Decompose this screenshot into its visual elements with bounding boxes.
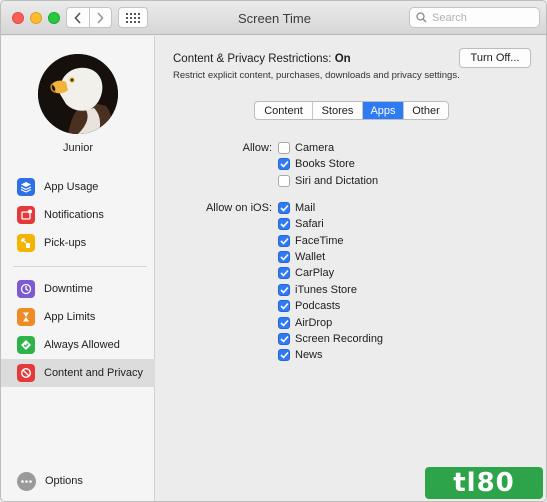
checkbox-label: Podcasts bbox=[295, 300, 341, 312]
checkbox-label: Mail bbox=[295, 202, 316, 214]
sidebar-item-content-and-privacy[interactable]: Content and Privacy bbox=[1, 359, 155, 387]
checkbox-podcasts[interactable]: Podcasts bbox=[278, 298, 340, 314]
avatar[interactable] bbox=[38, 54, 118, 134]
sidebar-item-label: Notifications bbox=[44, 209, 104, 221]
checkbox-box[interactable] bbox=[278, 300, 290, 312]
checkbox-airdrop[interactable]: AirDrop bbox=[278, 315, 332, 331]
content-privacy-panel: Content & Privacy Restrictions: On Restr… bbox=[156, 36, 546, 501]
sidebar-item-label: Content and Privacy bbox=[44, 367, 144, 379]
sidebar-item-app-limits[interactable]: App Limits bbox=[1, 303, 155, 331]
checkbox-box[interactable] bbox=[278, 349, 290, 361]
tab-apps[interactable]: Apps bbox=[362, 102, 403, 119]
always-allowed-icon bbox=[17, 336, 35, 354]
restrictions-title: Content & Privacy Restrictions: bbox=[173, 53, 332, 65]
checkbox-label: Screen Recording bbox=[295, 333, 384, 345]
sidebar-divider bbox=[13, 266, 147, 267]
pickups-icon bbox=[17, 234, 35, 252]
eagle-avatar-image bbox=[38, 54, 118, 134]
sidebar-item-label: Pick-ups bbox=[44, 237, 87, 249]
checkbox-box[interactable] bbox=[278, 218, 290, 230]
sidebar-item-options[interactable]: Options bbox=[1, 467, 155, 495]
checkbox-label: Camera bbox=[295, 142, 335, 154]
app-usage-icon bbox=[17, 178, 35, 196]
site-watermark-logo: tl80 bbox=[425, 467, 543, 499]
checkbox-label: CarPlay bbox=[295, 267, 335, 279]
turn-off-button[interactable]: Turn Off... bbox=[459, 48, 531, 68]
checkbox-box[interactable] bbox=[278, 175, 290, 187]
screen-time-window: Screen Time Search Junior App Usage Noti… bbox=[0, 0, 547, 502]
checkmark-icon bbox=[279, 351, 289, 359]
checkbox-box[interactable] bbox=[278, 267, 290, 279]
checkmark-icon bbox=[279, 269, 289, 277]
sidebar-item-downtime[interactable]: Downtime bbox=[1, 275, 155, 303]
checkbox-box[interactable] bbox=[278, 284, 290, 296]
checkbox-label: News bbox=[295, 349, 323, 361]
checkbox-box[interactable] bbox=[278, 158, 290, 170]
tab-content[interactable]: Content bbox=[255, 102, 312, 119]
watermark-text: tl80 bbox=[453, 468, 515, 498]
restricted-icon bbox=[17, 364, 35, 382]
options-label: Options bbox=[45, 475, 83, 487]
checkmark-icon bbox=[279, 160, 289, 168]
checkbox-box[interactable] bbox=[278, 317, 290, 329]
more-options-icon bbox=[17, 471, 36, 491]
user-name: Junior bbox=[63, 142, 93, 154]
checkmark-icon bbox=[279, 220, 289, 228]
checkbox-carplay[interactable]: CarPlay bbox=[278, 265, 334, 281]
tab-stores[interactable]: Stores bbox=[312, 102, 362, 119]
checkbox-label: FaceTime bbox=[295, 235, 344, 247]
sidebar-item-label: App Usage bbox=[44, 181, 99, 193]
checkbox-label: Safari bbox=[295, 218, 324, 230]
checkbox-itunes-store[interactable]: iTunes Store bbox=[278, 282, 357, 298]
checkmark-icon bbox=[279, 253, 289, 261]
checkbox-camera[interactable]: Camera bbox=[278, 140, 334, 156]
checkbox-label: Siri and Dictation bbox=[295, 175, 379, 187]
title-bar: Screen Time Search bbox=[1, 1, 546, 35]
checkbox-wallet[interactable]: Wallet bbox=[278, 249, 325, 265]
checkbox-box[interactable] bbox=[278, 333, 290, 345]
checkmark-icon bbox=[279, 204, 289, 212]
sidebar-item-always-allowed[interactable]: Always Allowed bbox=[1, 331, 155, 359]
search-field[interactable]: Search bbox=[409, 7, 540, 28]
checkbox-screen-recording[interactable]: Screen Recording bbox=[278, 331, 383, 347]
checkmark-icon bbox=[279, 286, 289, 294]
sidebar-item-label: Always Allowed bbox=[44, 339, 120, 351]
restrictions-status: On bbox=[334, 53, 351, 65]
sidebar-item-pickups[interactable]: Pick-ups bbox=[1, 229, 155, 257]
checkbox-label: iTunes Store bbox=[295, 284, 357, 296]
sidebar-item-app-usage[interactable]: App Usage bbox=[1, 173, 155, 201]
downtime-icon bbox=[17, 280, 35, 298]
checkbox-facetime[interactable]: FaceTime bbox=[278, 233, 344, 249]
checkbox-books-store[interactable]: Books Store bbox=[278, 156, 355, 172]
search-icon bbox=[416, 12, 427, 23]
checkmark-icon bbox=[279, 302, 289, 310]
notifications-icon bbox=[17, 206, 35, 224]
sidebar-item-label: App Limits bbox=[44, 311, 96, 323]
checkbox-box[interactable] bbox=[278, 235, 290, 247]
sidebar-item-notifications[interactable]: Notifications bbox=[1, 201, 155, 229]
restrictions-heading: Content & Privacy Restrictions: On bbox=[173, 53, 351, 65]
sidebar-item-label: Downtime bbox=[44, 283, 93, 295]
checkbox-box[interactable] bbox=[278, 202, 290, 214]
sidebar: Junior App Usage Notifications Pick-ups bbox=[1, 36, 155, 501]
restrictions-description: Restrict explicit content, purchases, do… bbox=[173, 70, 460, 81]
allow-label: Allow: bbox=[242, 142, 272, 154]
checkbox-mail[interactable]: Mail bbox=[278, 200, 315, 216]
checkmark-icon bbox=[279, 319, 289, 327]
checkmark-icon bbox=[279, 335, 289, 343]
checkbox-box[interactable] bbox=[278, 142, 290, 154]
tab-other[interactable]: Other bbox=[403, 102, 448, 119]
checkbox-safari[interactable]: Safari bbox=[278, 216, 324, 232]
checkmark-icon bbox=[279, 237, 289, 245]
checkbox-label: Wallet bbox=[295, 251, 326, 263]
search-placeholder: Search bbox=[432, 11, 467, 24]
checkbox-news[interactable]: News bbox=[278, 347, 323, 363]
checkbox-label: Books Store bbox=[295, 158, 355, 170]
hourglass-icon bbox=[17, 308, 35, 326]
allow-on-ios-label: Allow on iOS: bbox=[205, 202, 272, 214]
checkbox-box[interactable] bbox=[278, 251, 290, 263]
checkbox-label: AirDrop bbox=[295, 317, 333, 329]
checkbox-siri-and-dictation[interactable]: Siri and Dictation bbox=[278, 173, 378, 189]
category-tabs: Content Stores Apps Other bbox=[254, 101, 449, 120]
